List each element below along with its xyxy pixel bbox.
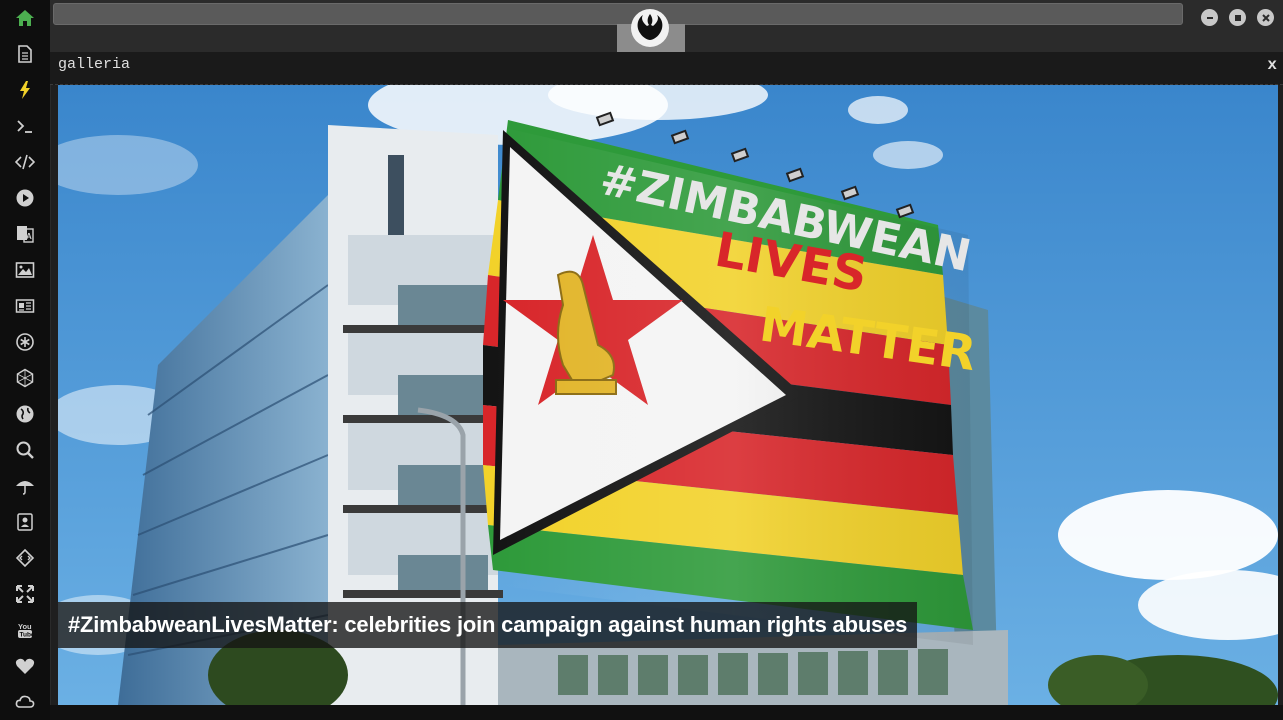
caption-text: #ZimbabweanLivesMatter: celebrities join… (68, 612, 908, 637)
gallery-close-button[interactable]: x (1267, 56, 1277, 74)
lightning-icon[interactable] (11, 76, 39, 104)
minimize-button[interactable] (1201, 9, 1218, 26)
gallery-title-bar: galleria x (50, 52, 1283, 85)
document-icon[interactable] (11, 40, 39, 68)
svg-text:Tube: Tube (20, 632, 35, 639)
svg-text:You: You (18, 622, 32, 631)
top-bar (50, 0, 1283, 52)
globe-icon[interactable] (11, 400, 39, 428)
expand-icon[interactable] (11, 580, 39, 608)
gallery-image-viewer[interactable]: #ZIMBABWEAN LIVES MATTER #ZimbabweanLive… (58, 85, 1278, 705)
hexagon-icon[interactable] (11, 364, 39, 392)
newspaper-icon[interactable] (11, 292, 39, 320)
youtube-icon[interactable]: You Tube (11, 616, 39, 644)
close-window-button[interactable] (1257, 9, 1274, 26)
image-icon[interactable] (11, 256, 39, 284)
code-icon[interactable] (11, 148, 39, 176)
rebel-alliance-logo (631, 9, 669, 47)
gallery-title: galleria (58, 56, 131, 73)
maximize-button[interactable] (1229, 9, 1246, 26)
address-bar[interactable] (53, 3, 1183, 25)
terminal-icon[interactable] (11, 112, 39, 140)
bottom-bar (50, 705, 1283, 720)
app-window: A You Tube galleria x #ZIMBABWEAN LIVES … (0, 0, 1283, 720)
play-icon[interactable] (11, 184, 39, 212)
home-icon[interactable] (11, 4, 39, 32)
asterisk-icon[interactable] (11, 328, 39, 356)
diamond-code-icon[interactable] (11, 544, 39, 572)
cloud-icon[interactable] (11, 688, 39, 716)
translate-icon[interactable]: A (11, 220, 39, 248)
sidebar: A You Tube (0, 0, 51, 720)
image-caption: #ZimbabweanLivesMatter: celebrities join… (58, 602, 918, 648)
contacts-icon[interactable] (11, 508, 39, 536)
heart-icon[interactable] (11, 652, 39, 680)
umbrella-icon[interactable] (11, 472, 39, 500)
search-icon[interactable] (11, 436, 39, 464)
svg-text:A: A (26, 232, 32, 241)
